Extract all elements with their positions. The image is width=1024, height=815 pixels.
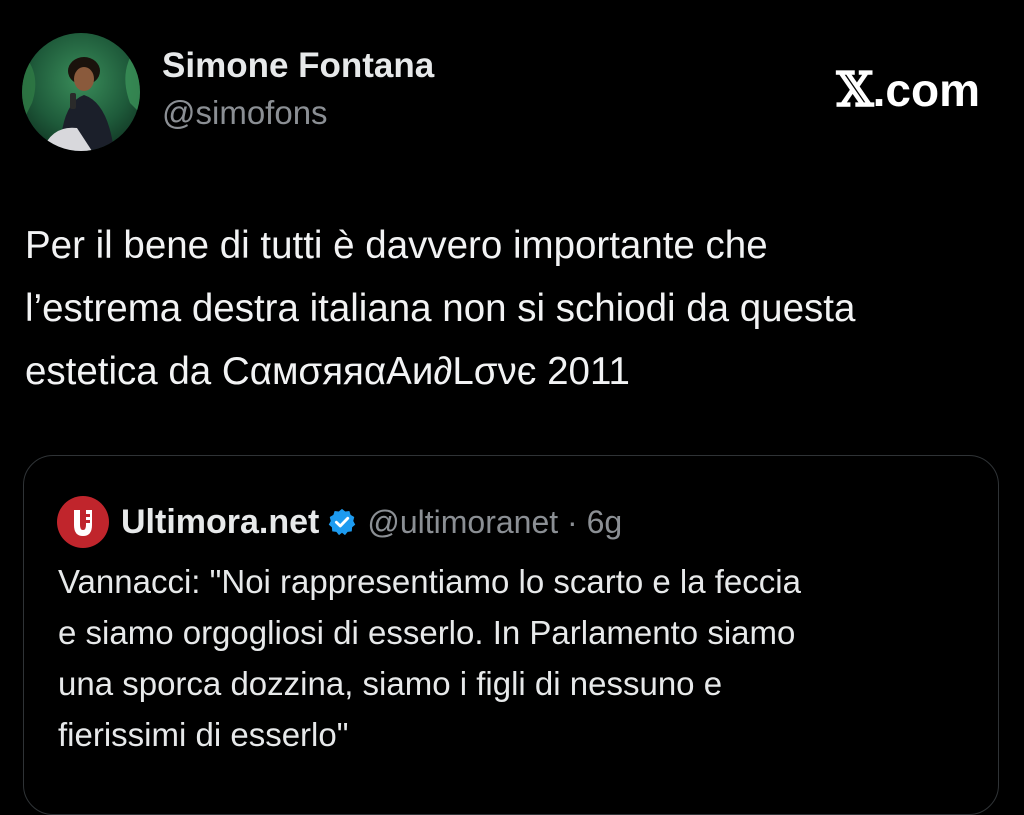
tweet-text-line: estetica da CαмσяяαAи∂Lσνє 2011	[25, 350, 630, 393]
x-logo-icon: 𝕏	[836, 62, 873, 118]
profile-photo-icon	[22, 33, 140, 151]
quoted-text-line: Vannacci: "Noi rappresentiamo lo scarto …	[58, 563, 801, 600]
author-name[interactable]: Simone Fontana	[162, 46, 434, 86]
quoted-author-meta[interactable]: @ultimoranet · 6g	[367, 504, 622, 541]
brand-suffix: .com	[872, 64, 980, 116]
author-avatar[interactable]	[22, 33, 140, 151]
quoted-tweet-text: Vannacci: "Noi rappresentiamo lo scarto …	[58, 556, 988, 760]
quoted-tweet-card[interactable]: Ultimora.net @ultimoranet · 6g Vannacci:…	[23, 455, 999, 815]
verified-badge-icon	[329, 508, 356, 536]
tweet-text-line: l’estrema destra italiana non si schiodi…	[25, 287, 856, 330]
quoted-tweet-header: Ultimora.net @ultimoranet · 6g	[57, 496, 622, 548]
tweet-text: Per il bene di tutti è davvero important…	[25, 214, 1010, 403]
quoted-author-name[interactable]: Ultimora.net	[121, 503, 319, 542]
author-handle[interactable]: @simofons	[162, 94, 328, 132]
quoted-text-line: e siamo orgogliosi di esserlo. In Parlam…	[58, 614, 796, 651]
x-com-brand: 𝕏 .com	[836, 62, 980, 118]
quoted-text-line: una sporca dozzina, siamo i figli di nes…	[58, 665, 723, 702]
ultimora-logo-icon[interactable]	[57, 496, 109, 548]
quoted-text-line: fierissimi di esserlo"	[58, 716, 349, 753]
tweet-text-line: Per il bene di tutti è davvero important…	[25, 224, 768, 267]
